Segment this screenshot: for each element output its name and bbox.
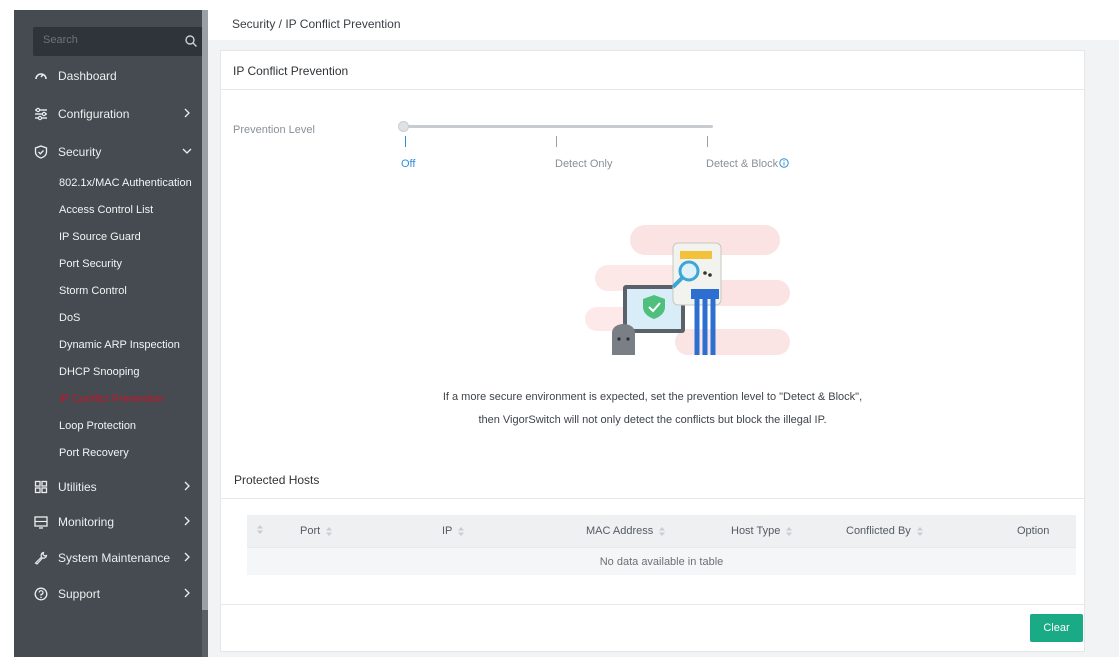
sidebar-subitem-port-security[interactable]: Port Security [59,254,122,274]
sort-icon [326,526,333,536]
sidebar-item-security[interactable]: Security [14,137,202,167]
table-header: Port IP MAC Address Host Type Conflicted… [247,515,1076,547]
sidebar-subitem-ip-conflict-prevention[interactable]: IP Conflict Prevention [59,389,165,409]
sidebar-subitem-port-recovery[interactable]: Port Recovery [59,443,129,463]
column-mac-address[interactable]: MAC Address [586,525,666,537]
column-select[interactable] [257,525,263,534]
monitoring-icon [34,516,48,529]
chevron-right-icon [184,481,190,491]
table-row: No data available in table [247,547,1076,575]
prevention-level-slider-handle[interactable] [398,121,409,132]
sidebar-subitem-dos[interactable]: DoS [59,308,80,328]
sidebar-subitem-dynamic-arp[interactable]: Dynamic ARP Inspection [59,335,180,355]
column-conflicted-by[interactable]: Conflicted By [846,525,923,537]
page-title: IP Conflict Prevention [233,64,349,78]
sidebar-item-label: Monitoring [58,515,115,529]
sidebar-subitem-storm-control[interactable]: Storm Control [59,281,127,301]
chevron-right-icon [184,588,190,598]
sidebar-subitem-8021x[interactable]: 802.1x/MAC Authentication [59,173,192,193]
help-icon [34,587,48,601]
sidebar: Dashboard Configuration Security 802.1x/… [14,10,208,657]
breadcrumb: Security / IP Conflict Prevention [232,17,401,31]
sidebar-item-monitoring[interactable]: Monitoring [14,507,202,537]
sidebar-item-support[interactable]: Support [14,579,202,609]
sidebar-item-utilities[interactable]: Utilities [14,472,202,502]
column-mac-address-label: MAC Address [586,525,654,537]
column-host-type-label: Host Type [731,525,781,537]
sidebar-subitem-dhcp-snooping[interactable]: DHCP Snooping [59,362,140,382]
sidebar-item-system-maintenance[interactable]: System Maintenance [14,543,202,573]
level-option-off[interactable]: Off [401,158,415,170]
column-port-label: Port [300,525,321,537]
shield-icon [34,145,48,159]
sidebar-subitem-loop-protection[interactable]: Loop Protection [59,416,136,436]
protected-hosts-title: Protected Hosts [234,473,320,487]
sidebar-item-label: Utilities [58,480,97,494]
sort-icon [458,526,465,536]
column-port[interactable]: Port [300,525,333,537]
column-ip-label: IP [442,525,453,537]
protected-hosts-table: Port IP MAC Address Host Type Conflicted… [247,515,1076,575]
prevention-level-slider[interactable] [403,125,713,128]
sidebar-item-label: System Maintenance [58,551,171,565]
sidebar-item-dashboard[interactable]: Dashboard [14,61,202,91]
dashboard-icon [35,73,47,80]
search-icon[interactable] [184,34,198,48]
prevention-level-label: Prevention Level [233,124,315,136]
sort-icon [786,526,793,536]
slider-tick-detect-only [556,136,557,147]
column-option-label: Option [1017,525,1050,537]
sort-icon [916,526,923,536]
sidebar-item-configuration[interactable]: Configuration [14,99,202,129]
column-option: Option [1017,525,1049,537]
card-header: IP Conflict Prevention [221,51,1084,90]
level-option-detect-only[interactable]: Detect Only [555,158,612,170]
sort-icon [257,525,263,534]
empty-table-message: No data available in table [599,556,724,568]
search-box [33,27,206,56]
column-ip[interactable]: IP [442,525,465,537]
info-icon[interactable] [779,158,789,168]
chevron-right-icon [184,516,190,526]
column-conflicted-by-label: Conflicted By [846,525,911,537]
chevron-right-icon [184,552,190,562]
sidebar-subitem-ip-source-guard[interactable]: IP Source Guard [59,227,141,247]
search-input[interactable] [43,34,173,46]
hint-text-line-2: then VigorSwitch will not only detect th… [478,414,827,426]
utilities-icon [34,480,48,494]
chevron-right-icon [184,108,190,118]
chevron-down-icon [182,148,192,154]
sort-icon [659,526,666,536]
sidebar-item-label: Dashboard [58,69,117,83]
level-option-detect-block-label: Detect & Block [706,158,779,170]
clear-button[interactable]: Clear [1030,614,1083,642]
hint-text-line-1: If a more secure environment is expected… [442,391,863,403]
section-divider [220,498,1085,499]
wrench-icon [34,551,48,565]
sidebar-item-label: Configuration [58,107,130,121]
column-host-type[interactable]: Host Type [731,525,793,537]
slider-tick-detect-block [707,136,708,147]
sidebar-item-label: Support [58,587,101,601]
slider-tick-off [405,136,406,147]
level-option-detect-block[interactable]: Detect & Block [706,158,789,170]
sidebar-subitem-acl[interactable]: Access Control List [59,200,153,220]
configuration-icon [35,107,47,121]
sidebar-item-label: Security [58,145,102,159]
empty-state-illustration [585,225,790,355]
footer-divider [220,604,1085,605]
